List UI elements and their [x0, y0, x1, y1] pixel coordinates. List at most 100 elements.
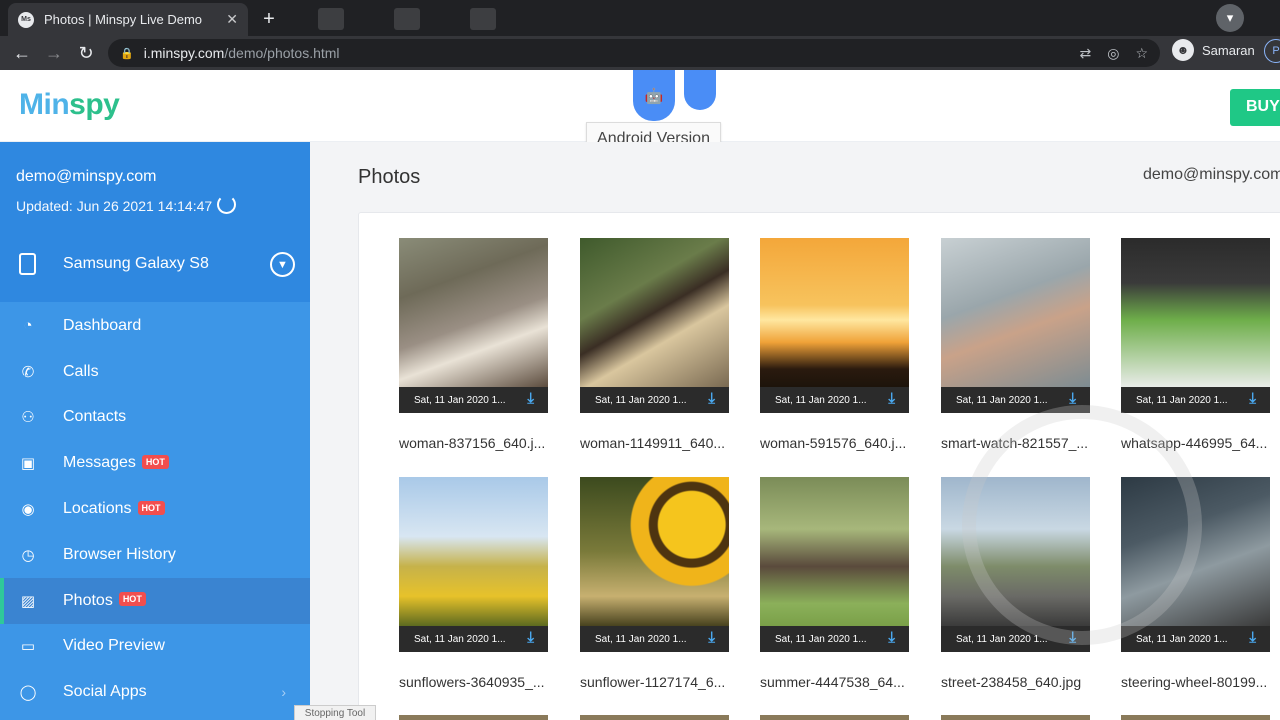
blurred-tab[interactable]	[318, 8, 344, 30]
photo-date-bar: Sat, 11 Jan 2020 1... ⤓	[1121, 626, 1270, 652]
browser-toolbar: ← → ↻ 🔒 i.minspy.com/demo/photos.html ⇄ …	[0, 36, 1280, 70]
photo-thumbnail[interactable]	[580, 477, 729, 626]
photo-tile[interactable]: Sat, 11 Jan 2020 1... ⤓ whatsapp-446995_64…	[1121, 238, 1270, 451]
location-icon: ◉	[21, 501, 35, 519]
ios-version-button[interactable]	[684, 70, 716, 110]
photo-thumbnail[interactable]	[399, 477, 548, 626]
chevron-down-icon[interactable]: ▼	[270, 252, 295, 277]
download-icon[interactable]: ⤓	[1249, 391, 1256, 407]
site-header: Minspy 🤖 Android Version BUY	[0, 70, 1280, 156]
photo-filename: street-238458_640.jpg	[941, 674, 1082, 690]
photo-thumbnail[interactable]	[580, 238, 729, 387]
photo-tile[interactable]: Sat, 11 Jan 2020 1... ⤓ smart-watch-821557…	[941, 238, 1090, 451]
photo-tile[interactable]: Sat, 11 Jan 2020 1... ⤓ summer-4447538_64.…	[760, 477, 909, 690]
photo-tile[interactable]: Sat, 11 Jan 2020 1... ⤓ woman-837156_640.j…	[399, 238, 548, 451]
account-panel	[0, 142, 310, 302]
photo-filename: sunflowers-3640935_...	[399, 674, 545, 690]
sidebar-item-locations[interactable]: ◉ Locations HOT	[0, 486, 310, 532]
photo-tile-partial[interactable]	[399, 715, 548, 720]
photo-filename: whatsapp-446995_64...	[1121, 435, 1268, 451]
new-tab-button[interactable]: +	[256, 6, 282, 32]
photo-tile-partial[interactable]	[760, 715, 909, 720]
chat-icon: ◯	[19, 684, 37, 702]
eye-off-icon[interactable]: ◎	[1107, 45, 1119, 62]
photo-thumbnail[interactable]	[399, 238, 548, 387]
photo-thumbnail[interactable]	[1121, 477, 1270, 626]
translate-icon[interactable]: ⇄	[1079, 45, 1091, 62]
chevron-right-icon: ›	[281, 684, 286, 701]
star-icon[interactable]: ☆	[1135, 45, 1148, 62]
browser-tab-bar: Ms Photos | Minspy Live Demo ✕ + ▾	[0, 0, 1280, 36]
reload-icon[interactable]: ↻	[70, 43, 102, 64]
photo-tile[interactable]: Sat, 11 Jan 2020 1... ⤓ street-238458_640.…	[941, 477, 1090, 690]
blurred-tab[interactable]	[394, 8, 420, 30]
download-icon[interactable]: ⤓	[527, 391, 534, 407]
url-path: /demo/photos.html	[224, 45, 340, 61]
forward-icon[interactable]: →	[38, 43, 70, 64]
photo-date: Sat, 11 Jan 2020 1...	[775, 633, 867, 645]
sidebar-item-photos[interactable]: ▨ Photos HOT	[0, 577, 310, 624]
photo-tile[interactable]: Sat, 11 Jan 2020 1... ⤓ sunflower-1127174_…	[580, 477, 729, 690]
address-bar[interactable]: 🔒 i.minspy.com/demo/photos.html ⇄ ◎ ☆	[108, 39, 1160, 67]
android-version-button[interactable]: 🤖	[633, 70, 675, 121]
device-name: Samsung Galaxy S8	[63, 255, 209, 272]
photo-tile[interactable]: Sat, 11 Jan 2020 1... ⤓ woman-591576_640.j…	[760, 238, 909, 451]
close-tab-icon[interactable]: ✕	[226, 11, 238, 28]
sidebar-item-contacts[interactable]: ⚇ Contacts	[0, 395, 310, 441]
header-email: demo@minspy.com	[1143, 166, 1280, 183]
photo-thumbnail[interactable]	[760, 238, 909, 387]
download-icon[interactable]: ⤓	[888, 630, 895, 646]
photo-date: Sat, 11 Jan 2020 1...	[1136, 394, 1228, 406]
download-icon[interactable]: ⤓	[888, 391, 895, 407]
minspy-logo[interactable]: Minspy	[19, 88, 120, 122]
photo-thumbnail[interactable]	[1121, 238, 1270, 387]
photo-tile-partial[interactable]	[580, 715, 729, 720]
photo-tile[interactable]: Sat, 11 Jan 2020 1... ⤓ woman-1149911_640.…	[580, 238, 729, 451]
photo-tile[interactable]: Sat, 11 Jan 2020 1... ⤓ steering-wheel-801…	[1121, 477, 1270, 690]
photo-filename: sunflower-1127174_6...	[580, 674, 726, 690]
browser-tab[interactable]: Ms Photos | Minspy Live Demo ✕	[8, 3, 248, 36]
photo-tile[interactable]: Sat, 11 Jan 2020 1... ⤓ sunflowers-3640935…	[399, 477, 548, 690]
url-host: i.minspy.com	[143, 45, 225, 61]
download-icon[interactable]: ⤓	[708, 391, 715, 407]
profile-chip[interactable]: ☻ Samaran P	[1172, 39, 1280, 63]
download-icon[interactable]: ⤓	[1249, 630, 1256, 646]
hot-badge: HOT	[118, 592, 146, 607]
photo-date: Sat, 11 Jan 2020 1...	[595, 633, 687, 645]
photo-thumbnail[interactable]	[760, 477, 909, 626]
photo-tile-partial[interactable]	[941, 715, 1090, 720]
image-icon: ▨	[20, 592, 36, 610]
photo-date: Sat, 11 Jan 2020 1...	[775, 394, 867, 406]
download-icon[interactable]: ⤓	[1069, 391, 1076, 407]
photo-date-bar: Sat, 11 Jan 2020 1... ⤓	[399, 626, 548, 652]
sidebar-item-messages[interactable]: ▣ Messages HOT	[0, 440, 310, 486]
buy-button[interactable]: BUY	[1230, 89, 1280, 126]
photo-thumbnail[interactable]	[941, 238, 1090, 387]
photo-date-bar: Sat, 11 Jan 2020 1... ⤓	[941, 387, 1090, 413]
lock-icon[interactable]: 🔒	[120, 47, 134, 60]
back-icon[interactable]: ←	[6, 43, 38, 64]
photo-thumbnail[interactable]	[941, 477, 1090, 626]
tab-search-icon[interactable]: ▾	[1216, 4, 1244, 32]
video-icon: ▭	[20, 638, 36, 656]
refresh-icon[interactable]	[217, 195, 236, 214]
incognito-avatar-icon: ☻	[1172, 39, 1194, 61]
sidebar-item-video-preview[interactable]: ▭ Video Preview	[0, 624, 310, 670]
sidebar: demo@minspy.com Updated: Jun 26 2021 14:…	[0, 142, 310, 720]
sidebar-item-dashboard[interactable]: ◔ Dashboard	[0, 303, 310, 349]
download-icon[interactable]: ⤓	[708, 630, 715, 646]
site-favicon: Ms	[18, 11, 34, 28]
photo-filename: woman-837156_640.j...	[399, 435, 546, 451]
sidebar-item-calls[interactable]: ✆ Calls	[0, 349, 310, 395]
android-icon: 🤖	[644, 87, 664, 105]
photo-filename: steering-wheel-80199...	[1121, 674, 1268, 690]
sidebar-item-social-apps[interactable]: ◯ Social Apps ›	[0, 669, 310, 715]
photo-tile-partial[interactable]	[1121, 715, 1270, 720]
download-icon[interactable]: ⤓	[1069, 630, 1076, 646]
message-icon: ▣	[20, 455, 36, 473]
stopping-tooltip: Stopping Tool	[294, 705, 376, 720]
blurred-tab[interactable]	[470, 8, 496, 30]
sidebar-item-browser-history[interactable]: ◷ Browser History	[0, 532, 310, 578]
photo-date-bar: Sat, 11 Jan 2020 1... ⤓	[760, 626, 909, 652]
download-icon[interactable]: ⤓	[527, 630, 534, 646]
